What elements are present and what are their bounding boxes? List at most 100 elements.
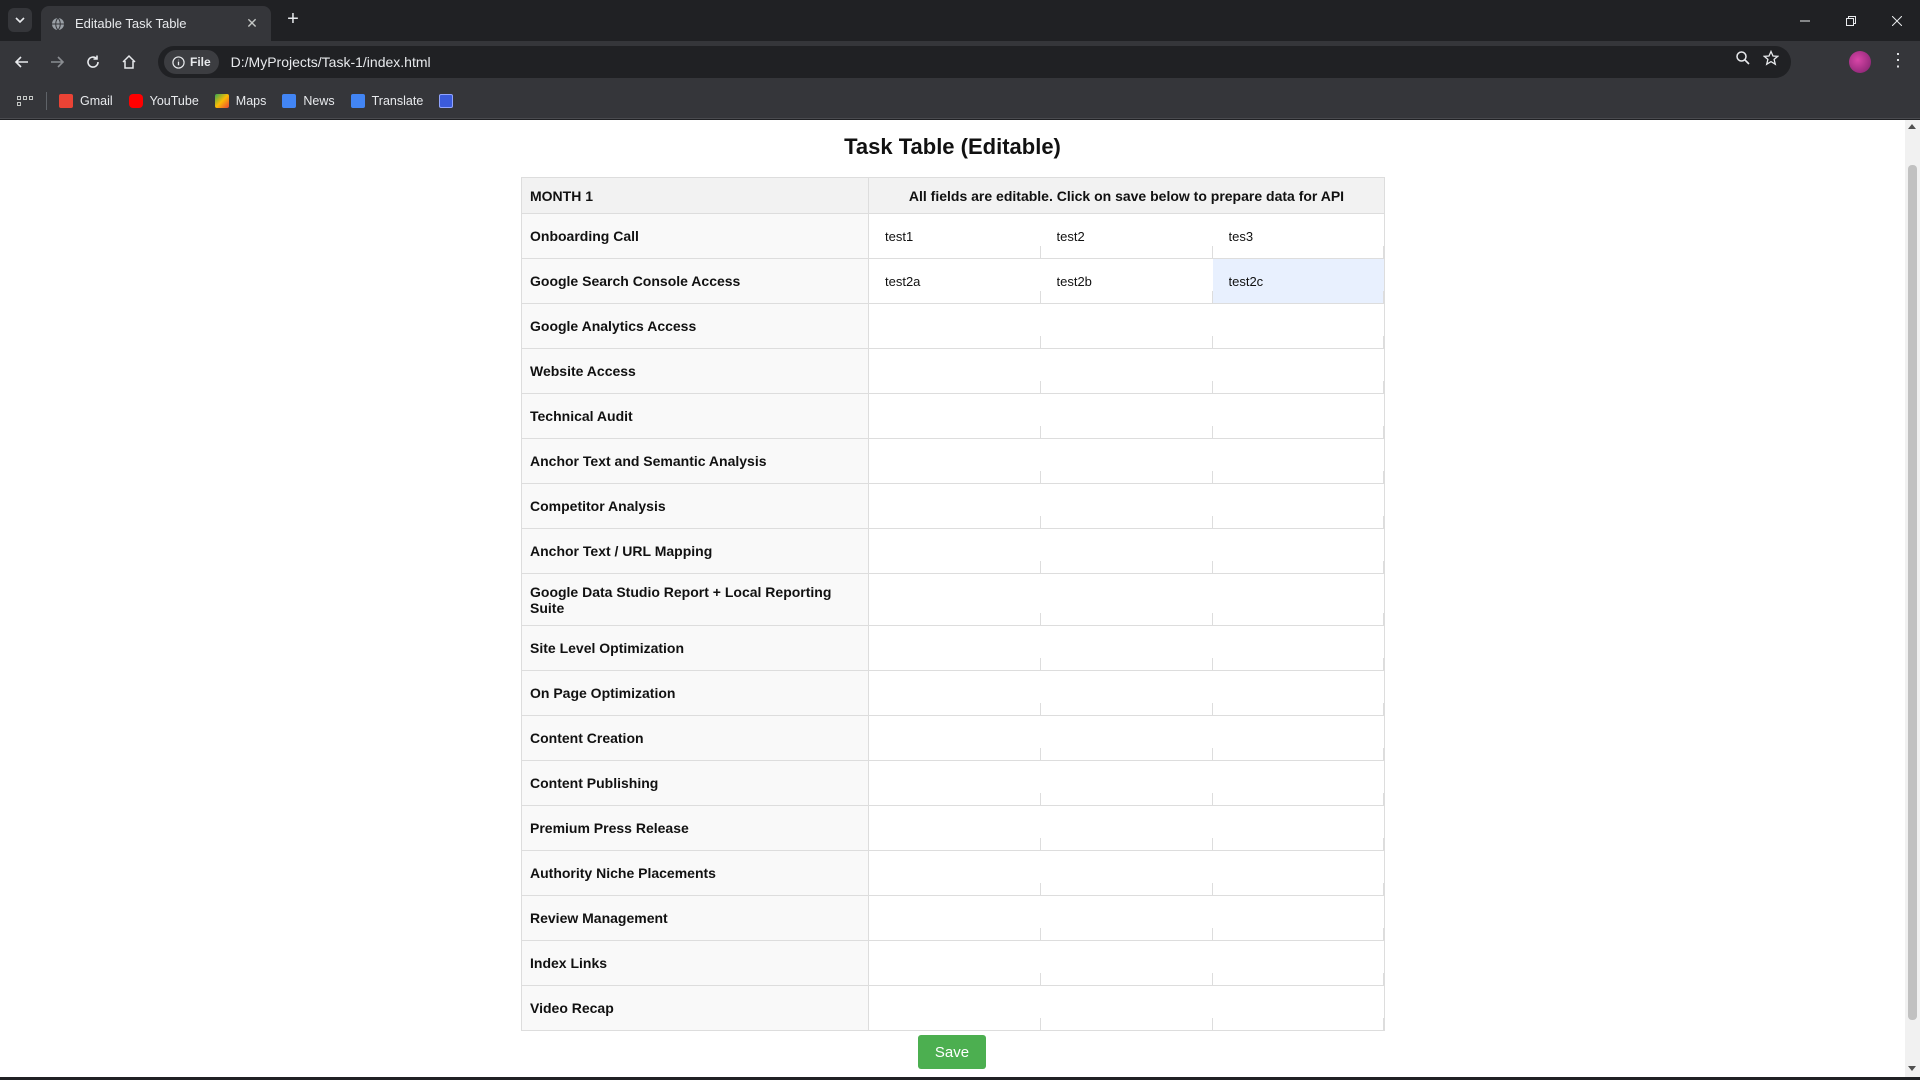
task-field-input[interactable] [869, 484, 1041, 528]
task-field-input[interactable] [869, 529, 1041, 573]
task-field-input[interactable] [869, 986, 1041, 1030]
task-field-input[interactable] [1040, 716, 1213, 760]
task-field-input[interactable] [869, 806, 1041, 850]
task-field-input[interactable] [1212, 761, 1384, 805]
task-field-input[interactable] [1040, 574, 1213, 625]
task-field-input[interactable] [1040, 896, 1213, 940]
input-cell [1040, 940, 1213, 986]
task-field-input[interactable] [1040, 349, 1213, 393]
scroll-up-arrow-icon[interactable] [1908, 124, 1916, 129]
task-table-body: Onboarding CallGoogle Search Console Acc… [521, 213, 1385, 1031]
task-field-input[interactable] [1040, 761, 1213, 805]
address-bar[interactable]: File D:/MyProjects/Task-1/index.html [158, 46, 1791, 78]
task-field-input[interactable] [1212, 214, 1384, 258]
save-button[interactable]: Save [918, 1035, 986, 1069]
task-field-input[interactable] [1040, 394, 1213, 438]
input-cell [1040, 303, 1213, 349]
task-field-input[interactable] [1040, 671, 1213, 715]
task-field-input[interactable] [869, 574, 1041, 625]
bookmark-youtube[interactable]: YouTube [128, 93, 199, 108]
task-field-input[interactable] [1040, 851, 1213, 895]
task-field-input[interactable] [1212, 394, 1384, 438]
input-cell [1040, 715, 1213, 761]
vertical-scrollbar[interactable] [1905, 120, 1920, 1077]
task-field-input[interactable] [1040, 806, 1213, 850]
site-info-chip[interactable]: File [164, 50, 219, 74]
task-field-input[interactable] [1040, 439, 1213, 483]
scrollbar-thumb[interactable] [1908, 165, 1917, 1020]
profile-avatar[interactable] [1849, 51, 1871, 73]
close-tab-icon[interactable]: ✕ [243, 15, 261, 32]
bookmark-maps[interactable]: Maps [214, 93, 266, 108]
scroll-down-arrow-icon[interactable] [1908, 1066, 1916, 1071]
restore-button[interactable] [1828, 0, 1874, 41]
bookmark-star-icon[interactable] [1763, 50, 1779, 66]
task-name: Technical Audit [521, 393, 869, 439]
task-field-input[interactable] [869, 349, 1041, 393]
table-row: Anchor Text and Semantic Analysis [521, 438, 1385, 484]
task-name: Onboarding Call [521, 213, 869, 259]
home-button[interactable] [115, 48, 143, 76]
input-cell [868, 528, 1041, 574]
task-field-input[interactable] [869, 716, 1041, 760]
task-field-input[interactable] [1212, 259, 1384, 303]
table-row: Google Data Studio Report + Local Report… [521, 573, 1385, 626]
task-field-input[interactable] [1212, 716, 1384, 760]
window-controls [1782, 0, 1920, 41]
task-field-input[interactable] [1040, 529, 1213, 573]
browser-tab[interactable]: Editable Task Table ✕ [41, 6, 271, 41]
task-field-input[interactable] [1212, 671, 1384, 715]
task-field-input[interactable] [1040, 986, 1213, 1030]
bookmark-news[interactable]: News [282, 93, 335, 108]
close-window-button[interactable] [1874, 0, 1920, 41]
task-field-input[interactable] [1212, 851, 1384, 895]
back-button[interactable] [8, 48, 36, 76]
input-cell [868, 483, 1041, 529]
zoom-icon[interactable] [1735, 50, 1751, 66]
reload-button[interactable] [79, 48, 107, 76]
bookmark-gmail[interactable]: Gmail [59, 93, 113, 108]
task-field-input[interactable] [869, 761, 1041, 805]
task-field-input[interactable] [869, 394, 1041, 438]
task-field-input[interactable] [869, 214, 1041, 258]
forward-button[interactable] [43, 48, 71, 76]
task-field-input[interactable] [869, 626, 1041, 670]
task-field-input[interactable] [869, 439, 1041, 483]
task-field-input[interactable] [1212, 806, 1384, 850]
input-cell [1040, 625, 1213, 671]
page-viewport: Task Table (Editable) MONTH 1 All fields… [0, 120, 1905, 1077]
task-field-input[interactable] [869, 851, 1041, 895]
task-field-input[interactable] [1212, 626, 1384, 670]
task-field-input[interactable] [1040, 941, 1213, 985]
task-field-input[interactable] [1040, 304, 1213, 348]
task-field-input[interactable] [1040, 626, 1213, 670]
task-name: Index Links [521, 940, 869, 986]
task-field-input[interactable] [1040, 484, 1213, 528]
task-field-input[interactable] [1040, 214, 1213, 258]
minimize-button[interactable] [1782, 0, 1828, 41]
task-field-input[interactable] [1212, 529, 1384, 573]
task-name: Review Management [521, 895, 869, 941]
task-field-input[interactable] [1212, 439, 1384, 483]
task-field-input[interactable] [1212, 349, 1384, 393]
bookmark-translate[interactable]: Translate [350, 93, 423, 108]
task-field-input[interactable] [869, 896, 1041, 940]
task-field-input[interactable] [1212, 304, 1384, 348]
task-field-input[interactable] [1212, 986, 1384, 1030]
new-tab-button[interactable]: + [281, 8, 305, 32]
menu-kebab-icon[interactable]: ⋮ [1889, 50, 1907, 71]
apps-grid-icon[interactable] [16, 92, 34, 110]
tab-search-button[interactable] [8, 8, 32, 32]
bookmark-extension[interactable] [439, 93, 460, 108]
input-cell [1212, 805, 1385, 851]
task-field-input[interactable] [1212, 484, 1384, 528]
task-field-input[interactable] [869, 671, 1041, 715]
task-field-input[interactable] [869, 259, 1041, 303]
task-field-input[interactable] [1212, 574, 1384, 625]
task-field-input[interactable] [869, 941, 1041, 985]
task-field-input[interactable] [1212, 941, 1384, 985]
task-field-input[interactable] [1040, 259, 1213, 303]
task-field-input[interactable] [869, 304, 1041, 348]
task-name: On Page Optimization [521, 670, 869, 716]
task-field-input[interactable] [1212, 896, 1384, 940]
